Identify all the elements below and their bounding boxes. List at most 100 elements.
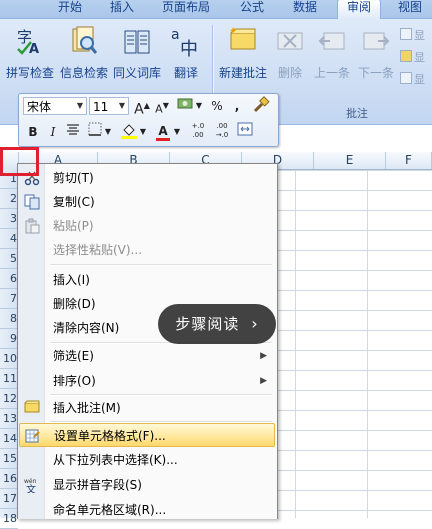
row-header[interactable]: 3: [0, 209, 18, 229]
font-color-button[interactable]: A: [153, 121, 173, 141]
borders-dropdown[interactable]: ▼: [103, 122, 113, 142]
chevron-down-icon: ▼: [195, 101, 203, 110]
translate-button[interactable]: a 中 翻译: [164, 23, 208, 83]
menu-item-format-cells[interactable]: 设置单元格格式(F)...: [19, 423, 275, 447]
tab-insert[interactable]: 插入: [104, 0, 140, 17]
format-painter-button[interactable]: [251, 96, 271, 116]
center-align-button[interactable]: [63, 122, 83, 142]
previous-comment-button[interactable]: 上一条: [310, 23, 354, 83]
borders-button[interactable]: [85, 122, 105, 142]
font-size-combo[interactable]: 11 ▼: [89, 97, 129, 115]
tab-view[interactable]: 视图: [390, 0, 430, 17]
menu-item-label: 筛选(E): [53, 349, 94, 363]
tab-home[interactable]: 开始: [50, 0, 90, 17]
row-header[interactable]: 12: [0, 389, 18, 409]
italic-button[interactable]: I: [43, 122, 63, 142]
step-reading-button[interactable]: 步骤阅读 ›: [158, 304, 276, 344]
accounting-format-button[interactable]: [176, 96, 196, 116]
svg-text:文: 文: [26, 483, 36, 493]
fill-color-button[interactable]: [119, 122, 139, 142]
menu-item-define-name[interactable]: 命名单元格区域(R)...: [19, 498, 275, 522]
menu-item-insert-comment[interactable]: 插入批注(M): [19, 396, 275, 420]
thesaurus-button[interactable]: 同义词库: [111, 23, 163, 83]
comma-style-button[interactable]: ,: [227, 96, 247, 116]
chevron-down-icon: ▼: [118, 101, 126, 110]
menu-item-label: 设置单元格格式(F)...: [54, 429, 166, 443]
column-header-f[interactable]: F: [386, 152, 432, 169]
chevron-down-icon: ▼: [76, 101, 84, 110]
thesaurus-label: 同义词库: [112, 66, 161, 80]
decrease-decimal-button[interactable]: .00 →.0: [211, 122, 233, 142]
row-header[interactable]: 18: [0, 509, 18, 529]
row-header[interactable]: 15: [0, 449, 18, 469]
chevron-down-icon: ▼: [104, 127, 112, 136]
row-header[interactable]: 8: [0, 309, 18, 329]
comma-label: ,: [234, 99, 240, 113]
center-align-icon: [67, 124, 79, 135]
row-header[interactable]: 7: [0, 289, 18, 309]
next-comment-button[interactable]: 下一条: [354, 23, 398, 83]
previous-comment-label: 上一条: [313, 66, 350, 80]
percent-style-button[interactable]: %: [207, 96, 227, 116]
thesaurus-icon: [124, 30, 150, 54]
row-header[interactable]: 11: [0, 369, 18, 389]
show-hide-comment-button[interactable]: 显: [400, 27, 425, 43]
percent-label: %: [211, 99, 223, 113]
show-ink-button[interactable]: 显: [400, 71, 425, 87]
row-header[interactable]: 6: [0, 269, 18, 289]
mini-format-toolbar: 宋体 ▼ 11 ▼ A▲ A▼ ▼ % , B I ▼ ▼ A ▼ +.0 .0…: [18, 93, 279, 147]
menu-item-label: 删除(D): [53, 297, 96, 311]
menu-item-label: 粘贴(P): [53, 219, 94, 233]
delete-comment-icon: [277, 32, 303, 50]
tab-page-layout[interactable]: 页面布局: [153, 0, 219, 17]
research-button[interactable]: 信息检索: [58, 23, 110, 83]
column-header-e[interactable]: E: [314, 152, 386, 169]
tab-formulas[interactable]: 公式: [232, 0, 272, 17]
spell-check-icon: 字 A: [17, 28, 39, 57]
step-reading-label: 步骤阅读: [175, 315, 240, 333]
accounting-dropdown[interactable]: ▼: [194, 96, 204, 116]
spell-check-button[interactable]: 字 A 拼写检查: [4, 23, 56, 83]
menu-item-copy[interactable]: 复制(C): [19, 190, 275, 214]
next-comment-label: 下一条: [357, 66, 394, 80]
shrink-font-button[interactable]: A▼: [152, 96, 172, 116]
row-header[interactable]: 14: [0, 429, 18, 449]
tab-data[interactable]: 数据: [285, 0, 325, 17]
tab-review[interactable]: 审阅: [337, 0, 381, 19]
fill-color-dropdown[interactable]: ▼: [138, 122, 148, 142]
format-painter-icon: [253, 96, 270, 113]
menu-item-label: 显示拼音字段(S): [53, 478, 142, 492]
menu-item-label: 从下拉列表中选择(K)...: [53, 453, 178, 467]
menu-item-filter[interactable]: 筛选(E) ▶: [19, 344, 275, 368]
research-label: 信息检索: [59, 66, 108, 80]
row-header[interactable]: 5: [0, 249, 18, 269]
font-color-label: A: [158, 124, 168, 138]
menu-item-paste-special[interactable]: 选择性粘贴(V)...: [19, 238, 275, 262]
grow-font-button[interactable]: A▲: [132, 96, 152, 118]
delete-comment-button[interactable]: 删除: [271, 23, 309, 83]
bold-button[interactable]: B: [23, 122, 43, 142]
menu-item-paste[interactable]: 粘贴(P): [19, 214, 275, 238]
row-header[interactable]: 13: [0, 409, 18, 429]
menu-item-show-phonetic[interactable]: wén 文 显示拼音字段(S): [19, 473, 275, 497]
submenu-arrow-icon: ▶: [260, 351, 267, 361]
font-color-dropdown[interactable]: ▼: [172, 122, 182, 142]
new-comment-button[interactable]: ✦ 新建批注: [215, 23, 271, 83]
menu-item-sort[interactable]: 排序(O) ▶: [19, 369, 275, 393]
menu-item-cut[interactable]: 剪切(T): [19, 166, 275, 190]
row-header[interactable]: 9: [0, 329, 18, 349]
show-all-comments-button[interactable]: 显: [400, 49, 425, 65]
paste-icon: [25, 218, 40, 234]
merge-center-button[interactable]: [235, 122, 255, 142]
row-header[interactable]: 17: [0, 489, 18, 509]
menu-item-insert[interactable]: 插入(I): [19, 268, 275, 292]
row-header[interactable]: 2: [0, 189, 18, 209]
row-header[interactable]: 10: [0, 349, 18, 369]
menu-item-pick-from-list[interactable]: 从下拉列表中选择(K)...: [19, 448, 275, 472]
row-header[interactable]: 16: [0, 469, 18, 489]
comment-small-icon: [400, 28, 412, 40]
row-header[interactable]: 4: [0, 229, 18, 249]
increase-decimal-button[interactable]: +.0 .00: [187, 122, 209, 142]
font-name-combo[interactable]: 宋体 ▼: [23, 97, 87, 115]
menu-item-label: 清除内容(N): [53, 321, 120, 335]
